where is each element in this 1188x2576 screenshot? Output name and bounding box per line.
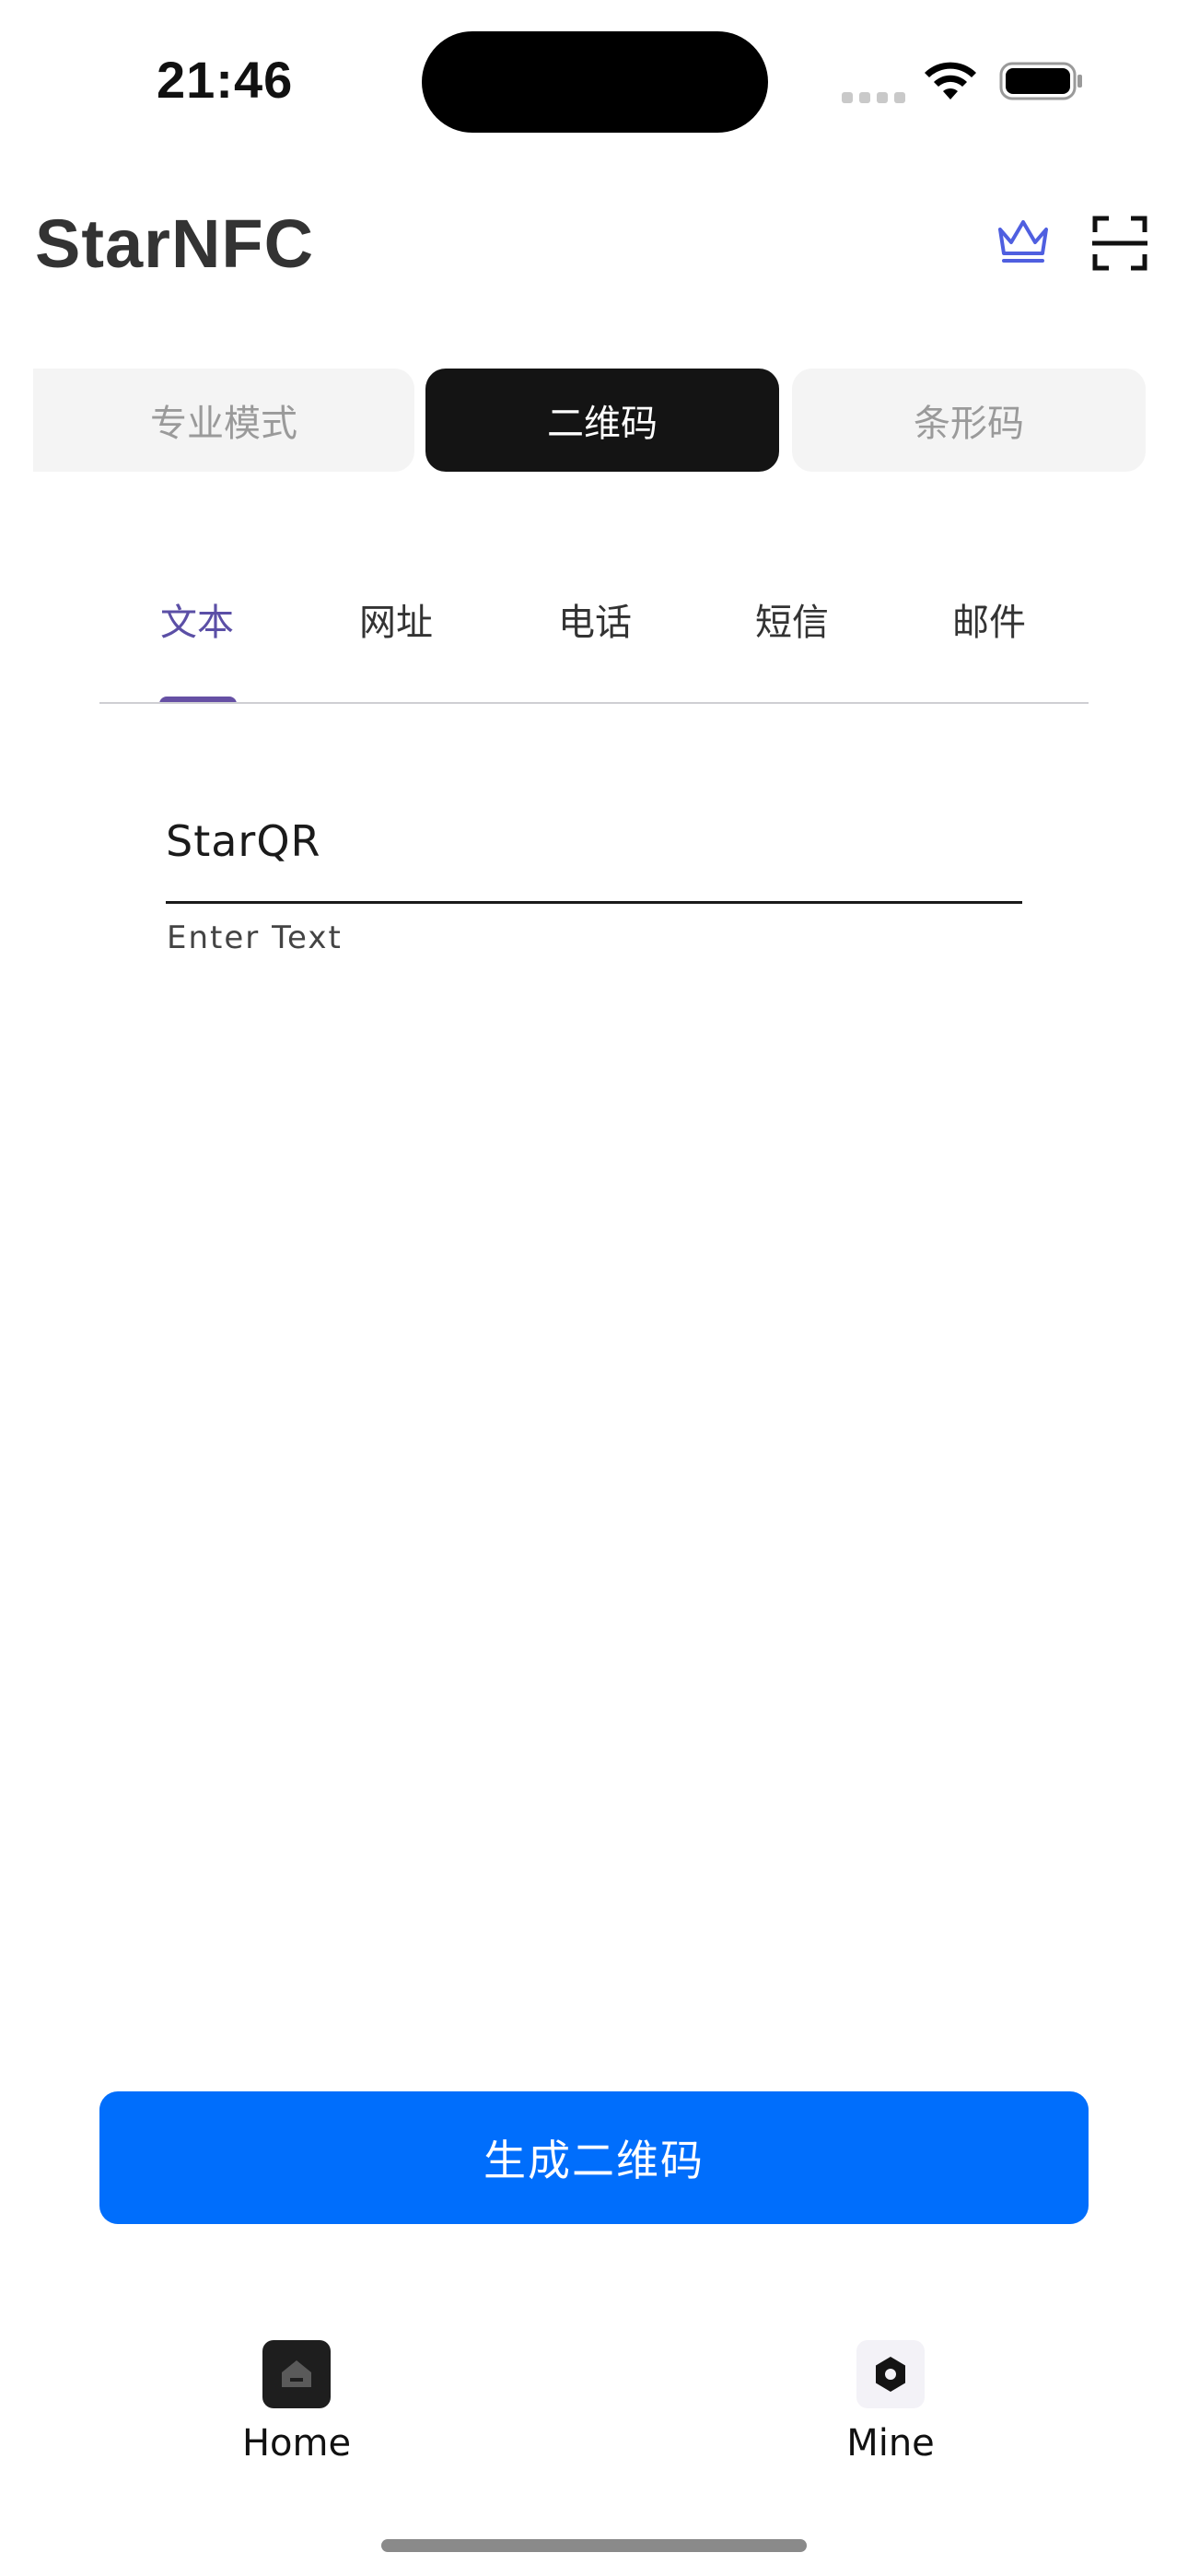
- segment-barcode[interactable]: 条形码: [792, 369, 1146, 472]
- tabs-divider: [99, 702, 1089, 704]
- input-helper-text: Enter Text: [167, 919, 343, 956]
- app-title: StarNFC: [35, 205, 315, 282]
- nav-home[interactable]: Home: [204, 2340, 389, 2469]
- segment-qr-code[interactable]: 二维码: [425, 369, 779, 472]
- tab-email[interactable]: 邮件: [934, 597, 1044, 649]
- tab-url[interactable]: 网址: [341, 597, 451, 649]
- cellular-signal-icon: [842, 85, 906, 103]
- text-input[interactable]: [166, 802, 1022, 881]
- mine-icon: [856, 2340, 925, 2408]
- home-icon: [262, 2340, 331, 2408]
- segment-pro-mode[interactable]: 专业模式: [33, 369, 414, 472]
- premium-crown-button[interactable]: [991, 208, 1055, 273]
- status-time: 21:46: [157, 51, 294, 109]
- nav-home-label: Home: [241, 2422, 352, 2465]
- wifi-icon: [925, 62, 976, 100]
- generate-qr-button[interactable]: 生成二维码: [99, 2091, 1089, 2224]
- crown-icon: [998, 220, 1048, 263]
- nav-mine[interactable]: Mine: [798, 2340, 983, 2469]
- nav-mine-label: Mine: [846, 2422, 935, 2465]
- battery-icon: [999, 62, 1082, 100]
- home-indicator: [381, 2539, 807, 2552]
- input-underline: [166, 901, 1022, 904]
- tab-phone[interactable]: 电话: [540, 597, 650, 649]
- tab-text[interactable]: 文本: [142, 597, 252, 649]
- content-type-tabs: 文本 网址 电话 短信 邮件: [99, 571, 1089, 704]
- dynamic-island: [422, 31, 768, 133]
- scan-icon[interactable]: [1092, 216, 1147, 271]
- tab-sms[interactable]: 短信: [737, 597, 847, 649]
